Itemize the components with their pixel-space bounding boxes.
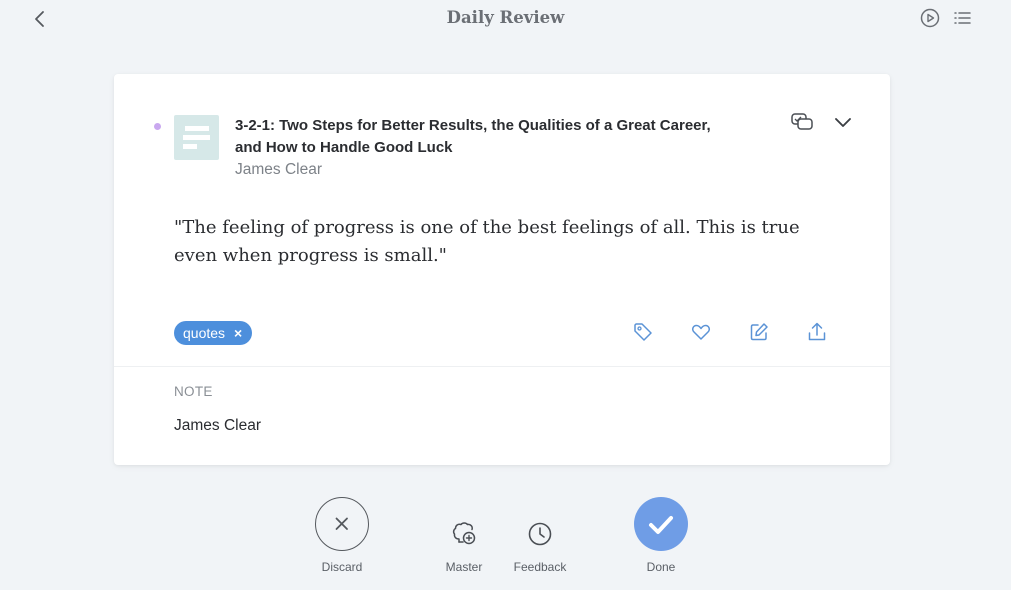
share-button[interactable] bbox=[806, 321, 828, 343]
compare-icon bbox=[791, 113, 813, 130]
master-label: Master bbox=[445, 560, 483, 574]
share-icon bbox=[808, 322, 826, 341]
list-icon bbox=[954, 12, 971, 24]
compare-button[interactable] bbox=[790, 111, 814, 133]
play-circle-icon bbox=[920, 8, 940, 28]
tag-label: quotes bbox=[183, 325, 226, 341]
done-label: Done bbox=[646, 560, 676, 574]
page-title: Daily Review bbox=[446, 8, 565, 27]
add-tag-button[interactable] bbox=[632, 321, 654, 343]
favorite-button[interactable] bbox=[690, 321, 712, 343]
highlight-card: 3-2-1: Two Steps for Better Results, the… bbox=[114, 74, 890, 465]
done-circle[interactable] bbox=[634, 497, 688, 551]
discard-button[interactable]: Discard bbox=[302, 497, 382, 577]
chevron-down-icon bbox=[835, 118, 851, 127]
note-text[interactable]: James Clear bbox=[174, 417, 261, 435]
feedback-button[interactable]: Feedback bbox=[505, 518, 575, 578]
play-button[interactable] bbox=[918, 7, 942, 29]
expand-button[interactable] bbox=[832, 112, 854, 132]
feedback-label: Feedback bbox=[513, 560, 567, 574]
done-button[interactable]: Done bbox=[620, 497, 702, 577]
document-author: James Clear bbox=[235, 161, 322, 178]
top-bar: Daily Review bbox=[0, 0, 1011, 40]
article-icon bbox=[183, 126, 210, 149]
discard-label: Discard bbox=[321, 560, 363, 574]
tag-chip[interactable]: quotes × bbox=[174, 321, 253, 345]
list-button[interactable] bbox=[951, 7, 975, 29]
tag-remove-icon[interactable]: × bbox=[234, 321, 242, 345]
brain-add-icon bbox=[452, 522, 476, 545]
document-title[interactable]: 3-2-1: Two Steps for Better Results, the… bbox=[235, 115, 735, 159]
close-icon bbox=[335, 517, 348, 530]
note-label: NOTE bbox=[174, 384, 213, 399]
highlight-quote: "The feeling of progress is one of the b… bbox=[174, 217, 800, 266]
heart-icon bbox=[692, 324, 710, 340]
master-button[interactable]: Master bbox=[434, 518, 494, 578]
edit-icon bbox=[750, 323, 768, 341]
unread-dot bbox=[154, 123, 161, 130]
tag-icon bbox=[634, 323, 652, 341]
edit-button[interactable] bbox=[748, 321, 770, 343]
divider bbox=[114, 366, 890, 367]
clock-icon bbox=[528, 522, 552, 546]
document-thumbnail[interactable] bbox=[174, 115, 219, 160]
discard-circle[interactable] bbox=[315, 497, 369, 551]
checkmark-icon bbox=[649, 516, 673, 534]
